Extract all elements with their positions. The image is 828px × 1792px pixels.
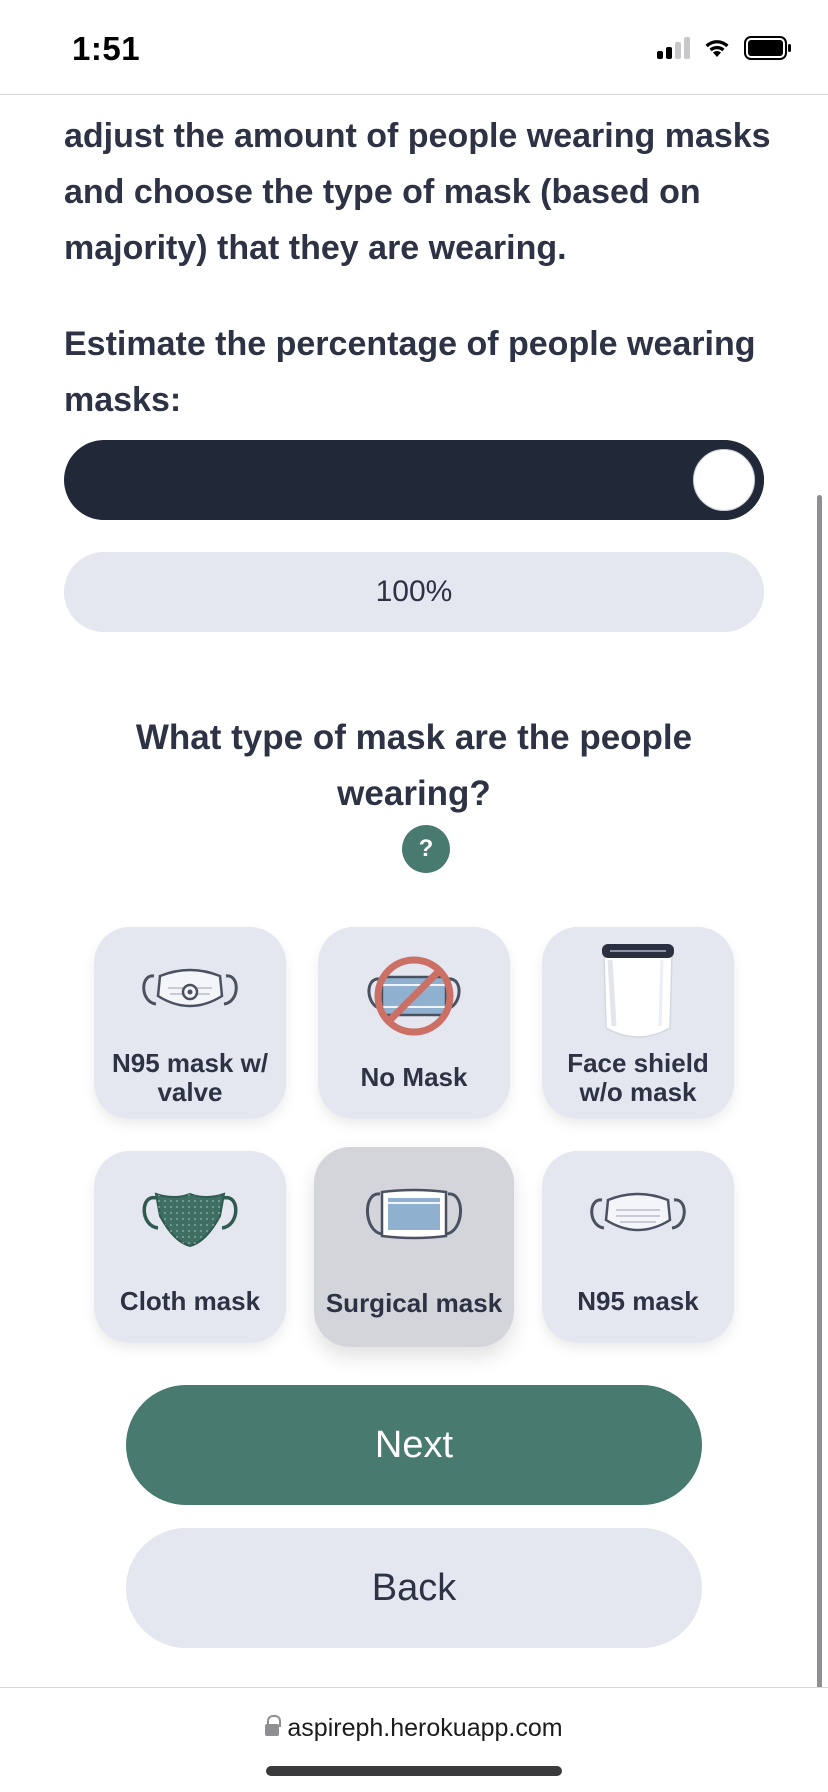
n95-mask-icon — [590, 1192, 686, 1232]
mask-option-cloth[interactable]: Cloth mask — [94, 1151, 286, 1343]
slider-thumb[interactable] — [684, 440, 764, 520]
mask-option-surgical[interactable]: Surgical mask — [314, 1147, 514, 1347]
percentage-question: Estimate the percentage of people wearin… — [64, 325, 756, 419]
mask-type-question: What type of mask are the people wearing… — [135, 718, 693, 813]
home-indicator[interactable] — [266, 1766, 562, 1776]
status-time: 1:51 — [72, 30, 141, 67]
lock-icon — [265, 1714, 282, 1737]
scrollbar[interactable] — [817, 495, 822, 1687]
mask-option-label: N95 mask w/ valve — [111, 1048, 269, 1107]
battery-icon — [744, 36, 791, 60]
no-mask-icon — [367, 956, 461, 1036]
wifi-icon — [705, 40, 729, 57]
next-button[interactable]: Next — [126, 1385, 702, 1505]
mask-option-label: Face shield w/o mask — [567, 1048, 709, 1107]
mask-option-no-mask[interactable]: No Mask — [318, 927, 510, 1119]
url-text: aspireph.herokuapp.com — [287, 1714, 563, 1742]
mask-percentage-slider[interactable] — [64, 440, 764, 520]
status-bar: 1:51 — [0, 0, 828, 95]
mask-option-label: Surgical mask — [325, 1288, 503, 1318]
status-icons — [657, 36, 792, 60]
browser-bottom-bar: aspireph.herokuapp.com — [0, 1687, 828, 1792]
cloth-mask-icon — [142, 1192, 238, 1248]
help-icon[interactable]: ? — [402, 825, 450, 873]
mask-option-face-shield[interactable]: Face shield w/o mask — [542, 927, 734, 1119]
mask-option-label: No Mask — [360, 1062, 468, 1092]
face-shield-icon — [602, 944, 674, 1038]
surgical-mask-icon — [366, 1188, 462, 1240]
mask-option-label: Cloth mask — [119, 1286, 261, 1316]
cellular-signal-icon — [657, 37, 690, 59]
mask-option-n95-valve[interactable]: N95 mask w/ valve — [94, 927, 286, 1119]
intro-text: adjust the amount of people wearing mask… — [64, 117, 771, 267]
address-bar[interactable]: aspireph.herokuapp.com — [0, 1714, 828, 1743]
n95-valve-mask-icon — [142, 968, 238, 1008]
percentage-value-display: 100% — [64, 552, 764, 632]
mask-option-label: N95 mask — [577, 1286, 699, 1316]
page-content[interactable]: adjust the amount of people wearing mask… — [0, 95, 828, 1687]
mask-option-n95[interactable]: N95 mask — [542, 1151, 734, 1343]
back-button[interactable]: Back — [126, 1528, 702, 1648]
